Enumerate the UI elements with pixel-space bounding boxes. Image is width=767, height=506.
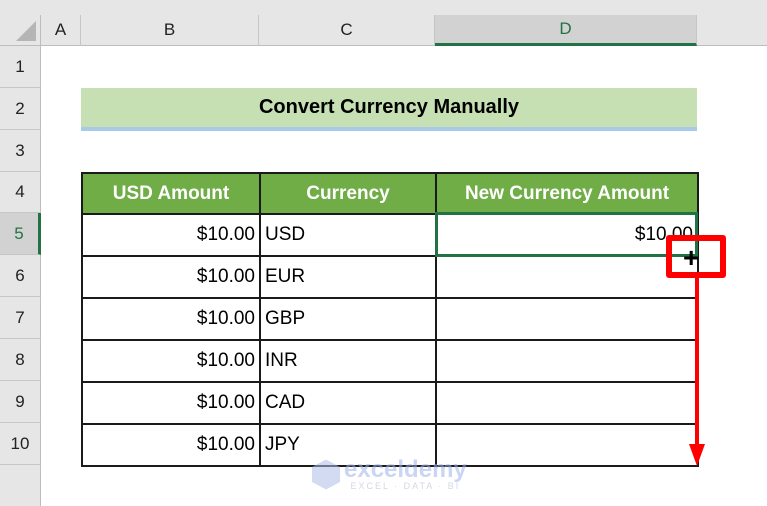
cell-usd-amount[interactable]: $10.00 xyxy=(81,255,261,299)
cell-new-amount[interactable] xyxy=(435,255,699,299)
cell-new-amount[interactable] xyxy=(435,339,699,383)
row-header-7[interactable]: 7 xyxy=(0,297,41,339)
table-row: $10.00 EUR xyxy=(81,255,699,299)
row-header-8[interactable]: 8 xyxy=(0,339,41,381)
fill-handle-cursor-icon[interactable]: + xyxy=(683,244,699,272)
drag-arrow-line xyxy=(695,278,699,448)
cell-usd-amount[interactable]: $10.00 xyxy=(81,381,261,425)
row-header-2[interactable]: 2 xyxy=(0,88,41,130)
row-header-6[interactable]: 6 xyxy=(0,255,41,297)
watermark: exceldemy EXCEL · DATA · BI xyxy=(312,458,467,491)
cell-currency[interactable]: INR xyxy=(259,339,437,383)
row-header-4[interactable]: 4 xyxy=(0,172,41,213)
cell-usd-amount[interactable]: $10.00 xyxy=(81,423,261,467)
cell-currency[interactable]: GBP xyxy=(259,297,437,341)
header-usd-amount[interactable]: USD Amount xyxy=(81,172,261,215)
row-header-3[interactable]: 3 xyxy=(0,130,41,172)
drag-arrow-head-icon xyxy=(689,444,705,466)
watermark-tagline: EXCEL · DATA · BI xyxy=(350,481,461,491)
column-header-b[interactable]: B xyxy=(81,15,259,46)
header-currency[interactable]: Currency xyxy=(259,172,437,215)
row-header-9[interactable]: 9 xyxy=(0,381,41,423)
table-row: $10.00 USD $10.00 xyxy=(81,213,699,257)
watermark-name: exceldemy xyxy=(344,456,467,483)
cell-usd-amount[interactable]: $10.00 xyxy=(81,213,261,257)
row-header-5[interactable]: 5 xyxy=(0,213,41,255)
exceldemy-logo-icon xyxy=(312,459,340,490)
title-underline xyxy=(81,127,697,131)
cell-new-amount[interactable]: $10.00 xyxy=(435,213,699,257)
cell-currency[interactable]: CAD xyxy=(259,381,437,425)
header-new-currency-amount[interactable]: New Currency Amount xyxy=(435,172,699,215)
row-header-10[interactable]: 10 xyxy=(0,423,41,465)
cell-new-amount[interactable] xyxy=(435,297,699,341)
toolbar-area xyxy=(0,0,767,15)
cell-new-amount[interactable] xyxy=(435,381,699,425)
table-row: $10.00 CAD xyxy=(81,381,699,425)
select-all-triangle-icon xyxy=(16,21,36,41)
column-header-a[interactable]: A xyxy=(41,15,81,46)
cell-new-amount[interactable] xyxy=(435,423,699,467)
row-header-1[interactable]: 1 xyxy=(0,46,41,88)
cell-usd-amount[interactable]: $10.00 xyxy=(81,297,261,341)
table-header-row: USD Amount Currency New Currency Amount xyxy=(81,172,699,215)
currency-table: USD Amount Currency New Currency Amount … xyxy=(81,172,699,467)
table-row: $10.00 INR xyxy=(81,339,699,383)
sheet-title[interactable]: Convert Currency Manually xyxy=(81,88,697,127)
column-header-c[interactable]: C xyxy=(259,15,435,46)
table-row: $10.00 GBP xyxy=(81,297,699,341)
cell-currency[interactable]: EUR xyxy=(259,255,437,299)
cell-usd-amount[interactable]: $10.00 xyxy=(81,339,261,383)
cell-currency[interactable]: USD xyxy=(259,213,437,257)
select-all-button[interactable] xyxy=(0,15,41,46)
column-header-d[interactable]: D xyxy=(435,15,697,46)
column-header-e[interactable] xyxy=(697,15,767,46)
row-header-filler xyxy=(0,465,41,506)
